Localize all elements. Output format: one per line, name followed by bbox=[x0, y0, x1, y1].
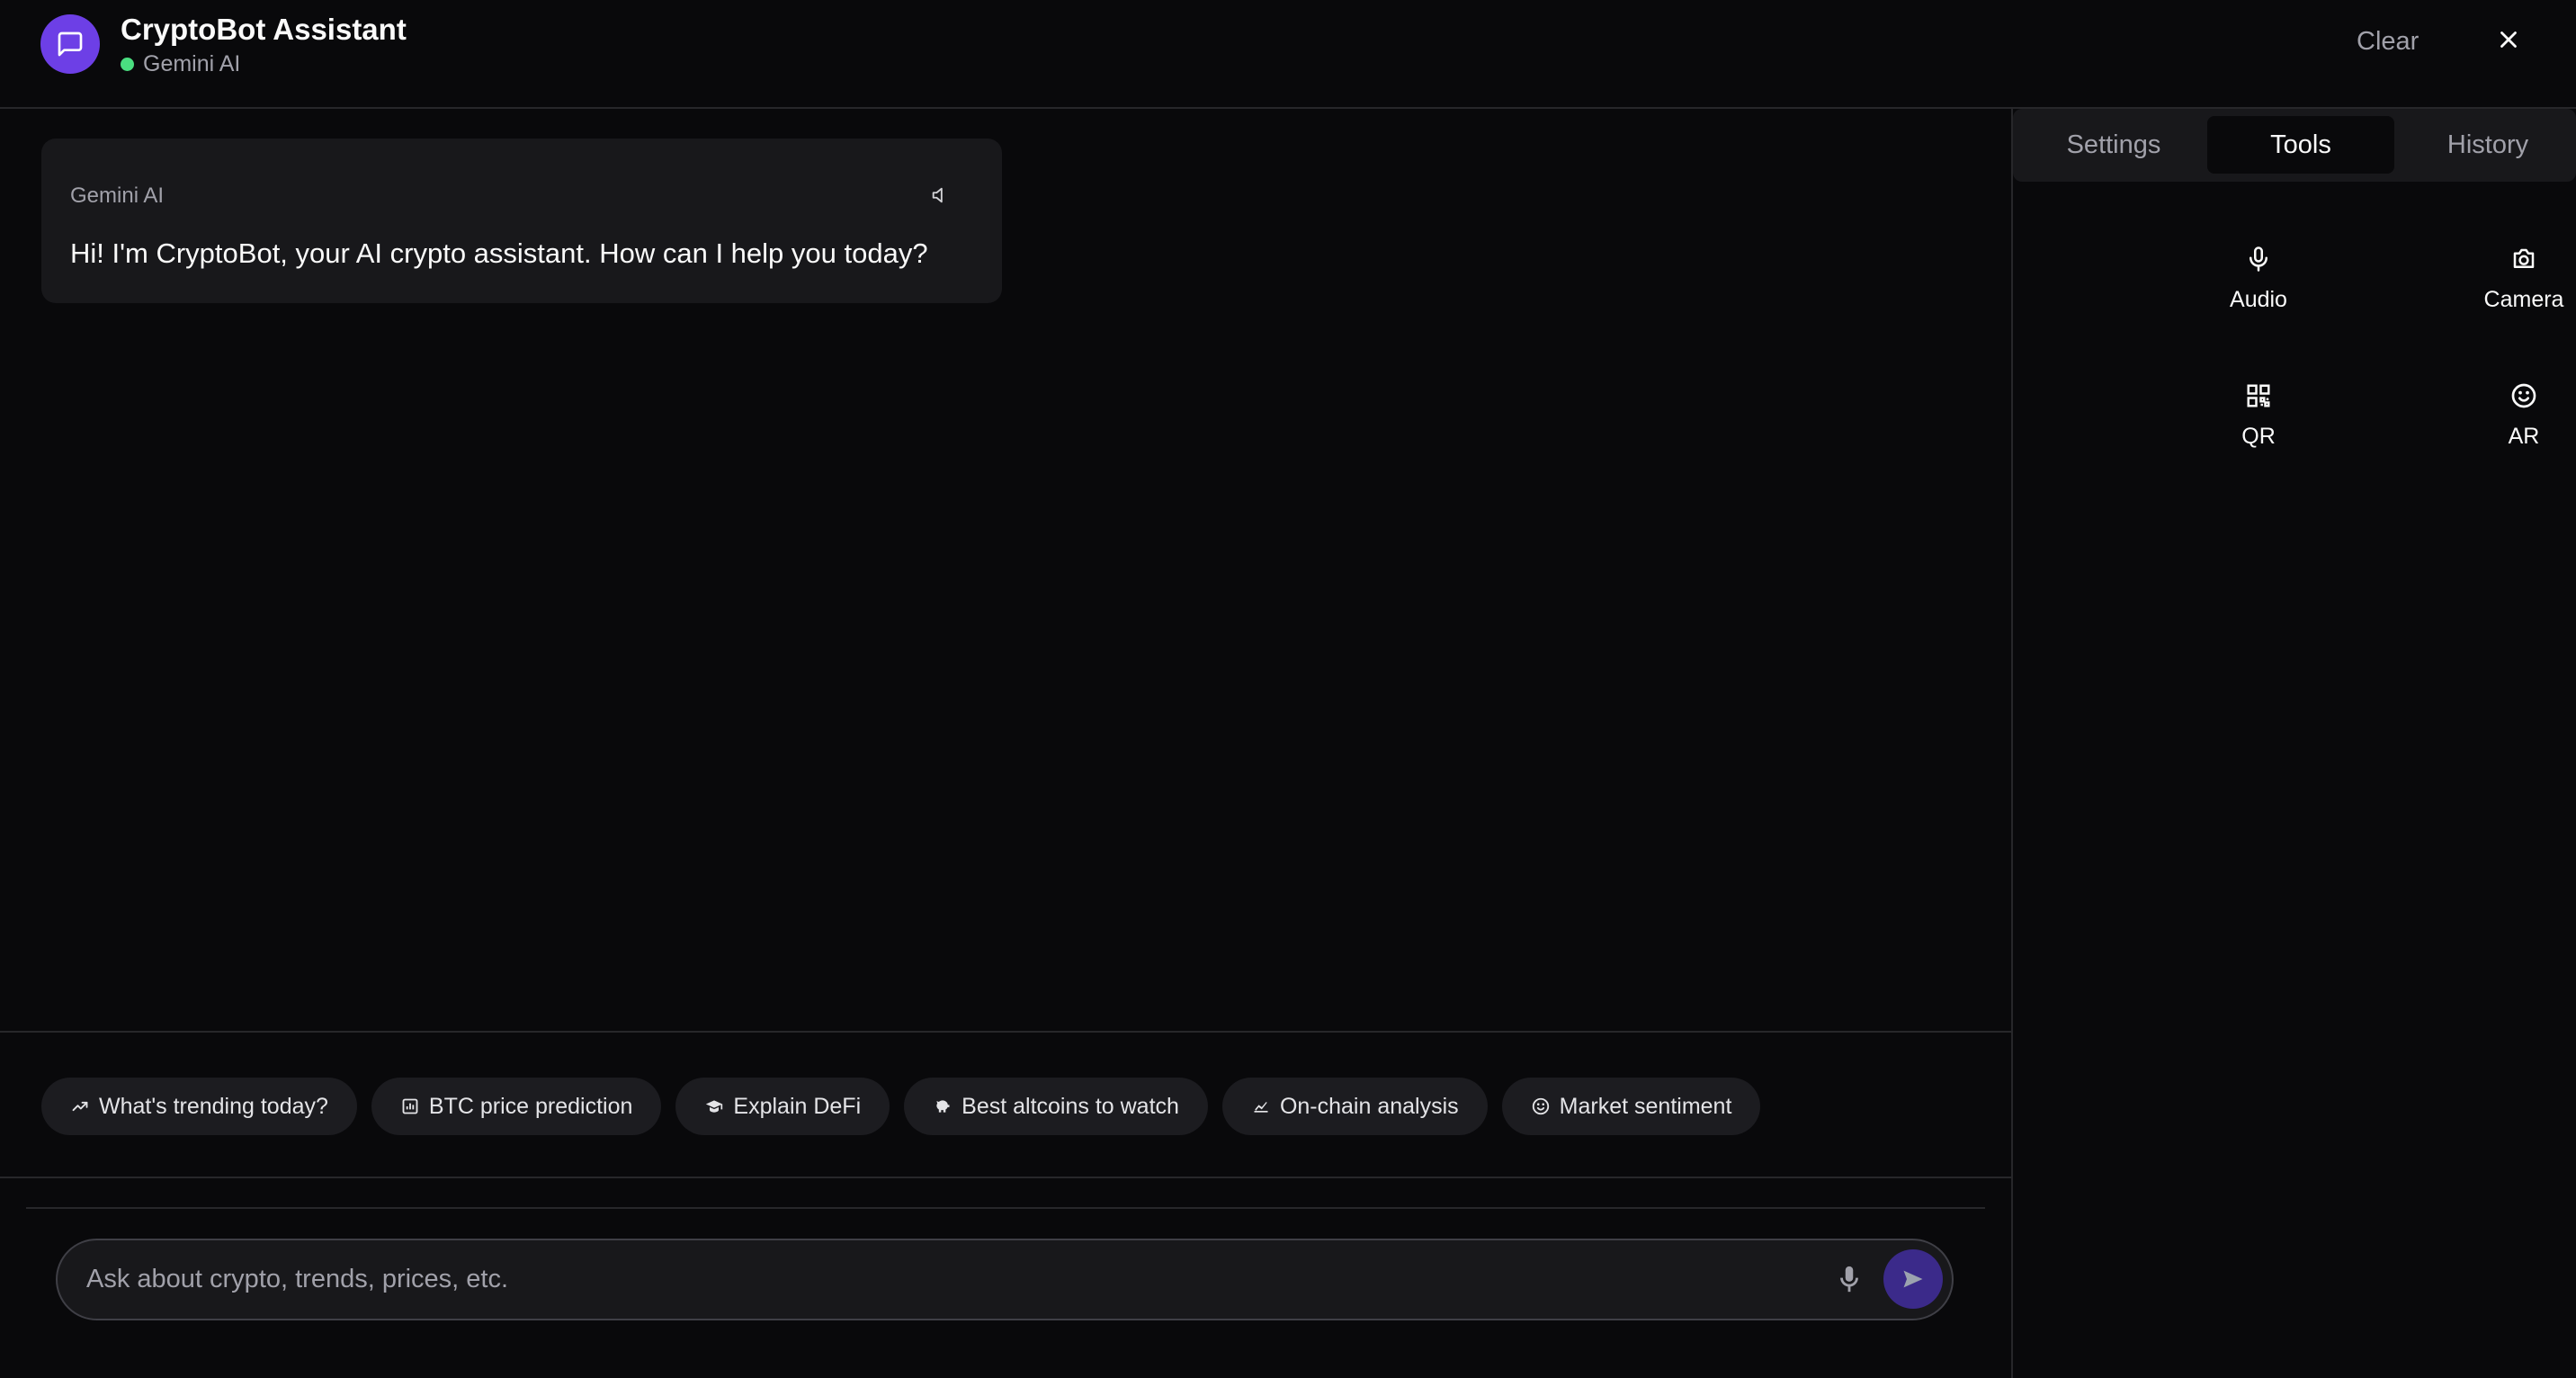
suggestion-chip[interactable]: Explain DeFi bbox=[675, 1078, 890, 1135]
qr-code-icon bbox=[2243, 380, 2274, 411]
close-icon bbox=[2500, 31, 2517, 48]
chain-analysis-icon bbox=[1254, 1102, 1268, 1113]
read-aloud-button[interactable] bbox=[926, 182, 953, 209]
app-title: CryptoBot Assistant bbox=[121, 13, 407, 46]
camera-icon bbox=[2509, 244, 2539, 274]
suggestion-chip[interactable]: On-chain analysis bbox=[1221, 1078, 1488, 1135]
suggestion-bar: What's trending today? BTC price predict… bbox=[0, 1031, 2011, 1178]
clear-button[interactable]: Clear bbox=[2357, 27, 2419, 57]
side-panel: Settings Tools History Audio Camera QR A… bbox=[2013, 109, 2576, 1378]
smile-icon bbox=[2509, 380, 2539, 411]
suggestion-label: What's trending today? bbox=[99, 1093, 328, 1119]
tab-tools[interactable]: Tools bbox=[2207, 116, 2394, 174]
suggestion-label: BTC price prediction bbox=[428, 1093, 633, 1119]
tool-qr[interactable]: QR bbox=[2169, 380, 2348, 470]
message-input-box bbox=[56, 1239, 1954, 1320]
message-sender: Gemini AI bbox=[70, 183, 165, 208]
tool-label: Camera bbox=[2483, 287, 2564, 312]
chat-panel: Gemini AI Hi! I'm CryptoBot, your AI cry… bbox=[0, 109, 2013, 1378]
suggestion-chip[interactable]: What's trending today? bbox=[41, 1078, 357, 1135]
trending-up-icon bbox=[72, 1101, 88, 1112]
online-status-dot bbox=[121, 58, 134, 71]
smile-icon bbox=[1532, 1097, 1549, 1115]
piggy-bank-icon bbox=[936, 1100, 950, 1113]
close-button[interactable] bbox=[2491, 22, 2526, 57]
send-button[interactable] bbox=[1883, 1249, 1943, 1309]
suggestion-label: Market sentiment bbox=[1559, 1093, 1732, 1119]
header: CryptoBot Assistant Gemini AI Clear bbox=[0, 0, 2576, 109]
tool-camera[interactable]: Camera bbox=[2434, 244, 2576, 334]
message-text: Hi! I'm CryptoBot, your AI crypto assist… bbox=[70, 237, 928, 269]
suggestion-label: On-chain analysis bbox=[1279, 1093, 1459, 1119]
microphone-icon bbox=[2243, 244, 2274, 274]
chat-app: CryptoBot Assistant Gemini AI Clear Gemi… bbox=[0, 0, 2576, 1378]
bot-message: Gemini AI Hi! I'm CryptoBot, your AI cry… bbox=[41, 139, 1002, 303]
suggestion-chip[interactable]: Market sentiment bbox=[1501, 1078, 1761, 1135]
chat-bubble-icon bbox=[58, 31, 83, 57]
tab-history[interactable]: History bbox=[2394, 116, 2576, 174]
message-input[interactable] bbox=[86, 1240, 1795, 1319]
tool-label: QR bbox=[2241, 424, 2276, 449]
tab-settings[interactable]: Settings bbox=[2020, 116, 2207, 174]
tool-ar[interactable]: AR bbox=[2434, 380, 2576, 470]
model-status: Gemini AI bbox=[121, 51, 240, 77]
send-icon bbox=[1903, 1270, 1923, 1288]
tool-label: AR bbox=[2508, 424, 2540, 449]
suggestion-chip[interactable]: BTC price prediction bbox=[371, 1078, 662, 1135]
bar-chart-icon bbox=[402, 1098, 418, 1114]
voice-input-button[interactable] bbox=[1829, 1257, 1869, 1302]
suggestion-label: Best altcoins to watch bbox=[962, 1093, 1179, 1119]
tool-label: Audio bbox=[2230, 287, 2287, 312]
side-tabs: Settings Tools History bbox=[2013, 109, 2576, 182]
suggestion-chips: What's trending today? BTC price predict… bbox=[41, 1078, 1761, 1135]
suggestion-chip[interactable]: Best altcoins to watch bbox=[904, 1078, 1208, 1135]
bot-avatar bbox=[40, 14, 100, 74]
composer bbox=[0, 1178, 2011, 1378]
tool-audio[interactable]: Audio bbox=[2169, 244, 2348, 334]
graduation-cap-icon bbox=[706, 1100, 723, 1113]
model-name: Gemini AI bbox=[143, 51, 241, 76]
microphone-icon bbox=[1840, 1266, 1858, 1293]
divider bbox=[26, 1207, 1985, 1209]
speaker-icon bbox=[932, 187, 943, 203]
suggestion-label: Explain DeFi bbox=[733, 1093, 862, 1119]
